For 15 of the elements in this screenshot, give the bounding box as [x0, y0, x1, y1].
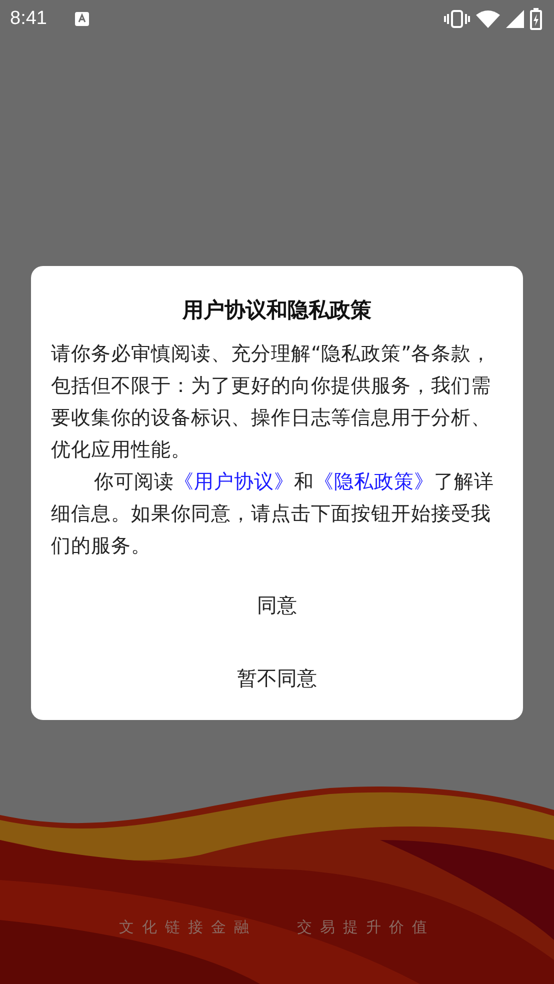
wifi-icon: [476, 10, 500, 28]
agree-button[interactable]: 同意: [227, 576, 327, 635]
dialog-paragraph: 你可阅读《用户协议》和《隐私政策》了解详细信息。如果你同意，请点击下面按钮开始接受我们的服务。: [51, 469, 495, 559]
policy-link[interactable]: 《隐私政策》: [314, 470, 434, 493]
signal-icon: [506, 10, 524, 28]
disagree-button[interactable]: 暂不同意: [207, 649, 347, 708]
policy-link[interactable]: 《用户协议》: [174, 470, 294, 493]
dialog-title: 用户协议和隐私政策: [182, 297, 372, 324]
slogan-text: 文化链接金融: [119, 918, 257, 937]
battery-icon: [530, 8, 542, 30]
status-time: 8:41: [10, 8, 47, 30]
keyboard-icon: [74, 12, 89, 26]
vibrate-icon: [444, 10, 470, 28]
dialog-paragraph: 请你务必审慎阅读、充分理解“隐私政策”各条款，包括但不限于：为了更好的向你提供服务，我们需要收集你的设备标识、操作日志等信息用于分析、优化应用性能。: [51, 341, 492, 463]
slogan-text: 交易提升价值: [297, 918, 435, 937]
